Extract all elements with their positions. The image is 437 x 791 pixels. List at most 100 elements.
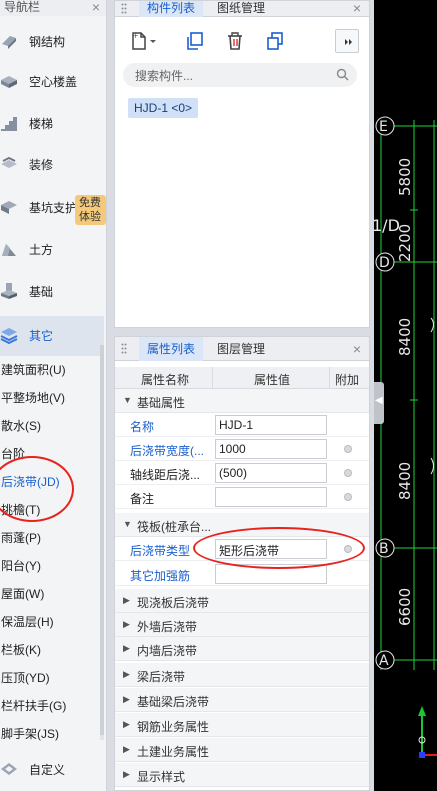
component-list-panel: 构件列表 图纸管理 × + 搜索构件... HJD-1 <0> [114, 0, 370, 328]
extra-checkbox[interactable] [344, 545, 352, 553]
nav-close-icon[interactable]: × [92, 0, 100, 14]
subitem-coping[interactable]: 压顶(YD) [0, 664, 100, 692]
extra-checkbox[interactable] [344, 469, 352, 477]
nav-item-label: 装修 [29, 158, 54, 172]
subitem-building-area[interactable]: 建筑面积(U) [0, 356, 100, 384]
subitem-steps[interactable]: 台阶 [0, 440, 100, 468]
layers-copy-icon [267, 32, 283, 50]
group-title: 梁后浇带 [137, 670, 186, 684]
subitem-site-leveling[interactable]: 平整场地(V) [0, 384, 100, 412]
group-rebar-business[interactable]: ▶ 钢筋业务属性 [115, 713, 369, 737]
nav-item-label: 空心楼盖 [29, 75, 78, 89]
svg-text:+: + [132, 31, 139, 40]
property-value-input[interactable]: (500) [215, 463, 327, 483]
nav-item-other[interactable]: 其它 [0, 316, 104, 356]
nav-item-steel-structure[interactable]: 钢结构 [0, 22, 104, 62]
decoration-icon [1, 156, 17, 168]
extra-checkbox[interactable] [344, 445, 352, 453]
axis-label-d: D [379, 255, 390, 271]
drag-grip-icon[interactable] [121, 343, 127, 354]
nav-item-foundation[interactable]: 基础 [0, 272, 104, 312]
dimension-8400-lower: 8400 [396, 462, 414, 500]
property-value-input[interactable] [215, 564, 327, 584]
steel-structure-icon [2, 36, 16, 49]
element-mark [430, 457, 434, 475]
nav-item-custom[interactable]: 自定义 [0, 750, 104, 790]
subitem-balcony[interactable]: 阳台(Y) [0, 552, 100, 580]
group-raft-properties[interactable]: ▼ 筏板(桩承台... [115, 513, 369, 537]
duplicate-layer-button[interactable] [263, 29, 287, 53]
nav-item-stairs[interactable]: 楼梯 [0, 104, 104, 144]
drag-grip-icon[interactable] [121, 3, 127, 14]
expand-arrow-icon: ▶ [123, 595, 130, 605]
nav-item-label: 自定义 [29, 763, 66, 777]
subitem-post-pour-strip[interactable]: 后浇带(JD) [0, 468, 100, 496]
component-panel-close-icon[interactable]: × [353, 1, 361, 15]
nav-scrollbar-thumb[interactable] [100, 345, 104, 735]
subitem-handrail[interactable]: 栏杆扶手(G) [0, 692, 100, 720]
tab-layer-management[interactable]: 图层管理 [209, 337, 273, 361]
new-component-dropdown[interactable] [147, 29, 159, 53]
group-title: 内墙后浇带 [137, 644, 198, 658]
expand-arrow-icon: ▶ [123, 643, 130, 653]
chevron-left-icon: ◀ [375, 395, 383, 406]
tab-drawing-management[interactable]: 图纸管理 [209, 1, 273, 17]
nav-item-label: 土方 [29, 243, 54, 257]
nav-item-label: 钢结构 [29, 35, 66, 49]
chevron-down-icon [150, 40, 156, 43]
expand-arrow-icon: ▶ [123, 619, 130, 629]
other-icon [0, 328, 18, 344]
expand-toolbar-button[interactable] [335, 29, 359, 53]
nav-item-earthwork[interactable]: 土方 [0, 230, 104, 270]
subitem-parapet[interactable]: 栏板(K) [0, 636, 100, 664]
dimension-8400-upper: 8400 [396, 318, 414, 356]
axis-label-a: A [379, 653, 389, 669]
tab-property-list[interactable]: 属性列表 [139, 337, 204, 361]
group-civil-business[interactable]: ▶ 土建业务属性 [115, 738, 369, 762]
axis-label-e: E [379, 119, 388, 135]
property-label: 名称 [130, 420, 155, 434]
group-foundation-beam-strip[interactable]: ▶ 基础梁后浇带 [115, 688, 369, 712]
nav-item-hollow-floor[interactable]: 空心楼盖 [0, 62, 104, 102]
property-value-input[interactable]: 矩形后浇带 [215, 539, 327, 559]
column-header-name: 属性名称 [141, 373, 190, 387]
subitem-eave[interactable]: 挑檐(T) [0, 496, 100, 524]
nav-item-label: 其它 [29, 329, 54, 343]
subitem-canopy[interactable]: 雨蓬(P) [0, 524, 100, 552]
free-trial-badge[interactable]: 免费体验 [75, 195, 106, 225]
property-value-input[interactable] [215, 487, 327, 507]
axis-y-arrow [418, 706, 426, 716]
subitem-insulation[interactable]: 保温层(H) [0, 608, 100, 636]
excavation-support-icon [1, 201, 17, 214]
component-panel-tabbar: 构件列表 图纸管理 × [115, 1, 369, 17]
property-row-other-rebar: 其它加强筋 [115, 562, 369, 586]
subitem-roof[interactable]: 屋面(W) [0, 580, 100, 608]
group-display-style[interactable]: ▶ 显示样式 [115, 763, 369, 787]
property-value-input[interactable]: HJD-1 [215, 415, 327, 435]
subitem-scaffold[interactable]: 脚手架(JS) [0, 720, 100, 748]
nav-item-label: 楼梯 [29, 117, 54, 131]
collapse-panel-button[interactable]: ◀ [374, 382, 384, 424]
component-item-hjd-1[interactable]: HJD-1 <0> [128, 98, 199, 118]
extra-checkbox[interactable] [344, 493, 352, 501]
group-cast-slab-strip[interactable]: ▶ 现浇板后浇带 [115, 589, 369, 613]
subitem-apron[interactable]: 散水(S) [0, 412, 100, 440]
delete-component-button[interactable] [223, 29, 247, 53]
dimension-6600: 6600 [396, 588, 414, 626]
property-label: 轴线距后浇... [130, 468, 201, 482]
tab-component-list[interactable]: 构件列表 [139, 1, 204, 17]
expand-arrow-icon: ▶ [123, 744, 130, 754]
axis-z-origin [419, 752, 425, 758]
expand-arrow-icon: ▶ [123, 669, 130, 679]
property-panel-close-icon[interactable]: × [353, 337, 361, 361]
property-value-input[interactable]: 1000 [215, 439, 327, 459]
component-search-input[interactable]: 搜索构件... [123, 63, 357, 87]
earthwork-icon [2, 244, 16, 256]
group-interior-wall-strip[interactable]: ▶ 内墙后浇带 [115, 637, 369, 661]
copy-component-button[interactable] [183, 29, 207, 53]
group-title: 钢筋业务属性 [137, 720, 210, 734]
group-basic-properties[interactable]: ▼ 基础属性 [115, 389, 369, 413]
nav-item-decoration[interactable]: 装修 [0, 145, 104, 185]
group-beam-strip[interactable]: ▶ 梁后浇带 [115, 663, 369, 687]
group-exterior-wall-strip[interactable]: ▶ 外墙后浇带 [115, 613, 369, 637]
